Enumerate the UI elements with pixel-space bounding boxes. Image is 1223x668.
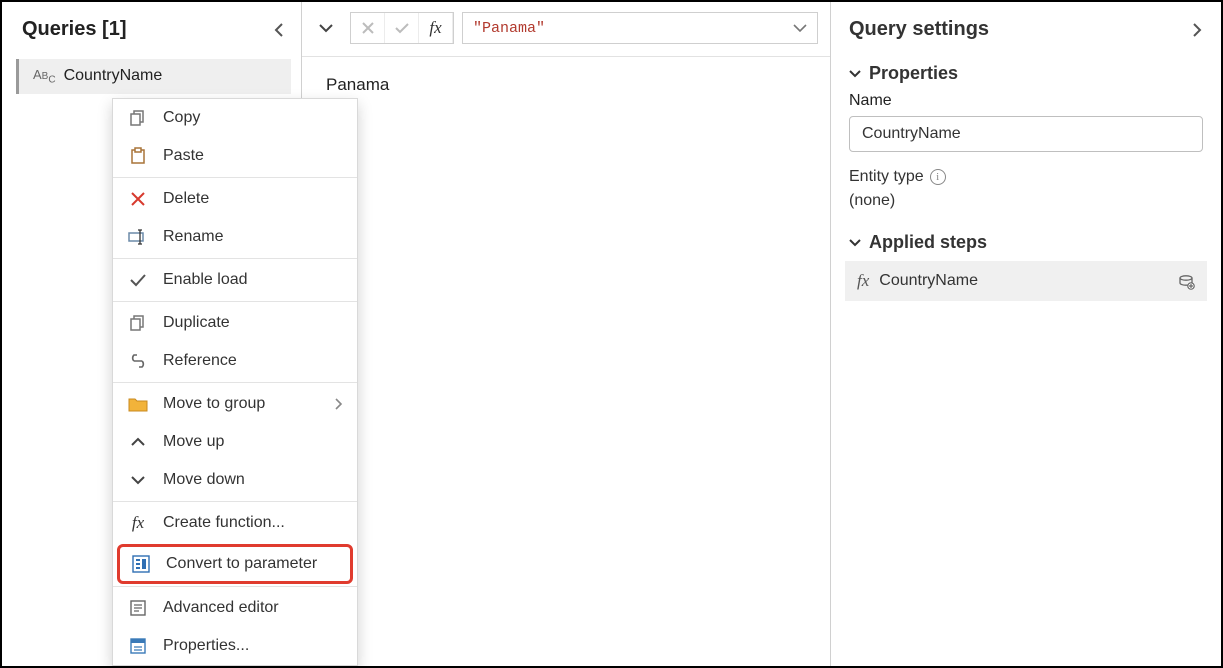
menu-move-to-group-label: Move to group — [163, 395, 321, 413]
menu-create-function[interactable]: fx Create function... — [113, 504, 357, 542]
formula-actions: fx — [350, 12, 454, 44]
menu-convert-highlight: Convert to parameter — [117, 544, 353, 584]
properties-icon — [127, 635, 149, 657]
menu-move-down[interactable]: Move down — [113, 461, 357, 499]
chevron-right-icon — [335, 398, 343, 410]
preview-value: Panama — [302, 57, 830, 113]
formula-text: "Panama" — [473, 20, 545, 37]
menu-reference-label: Reference — [163, 352, 343, 370]
menu-convert-to-parameter[interactable]: Convert to parameter — [120, 547, 350, 581]
menu-advanced-label: Advanced editor — [163, 599, 343, 617]
menu-copy-label: Copy — [163, 109, 343, 127]
menu-enable-load[interactable]: Enable load — [113, 261, 357, 299]
cancel-formula-icon[interactable] — [351, 13, 385, 43]
rename-icon — [127, 226, 149, 248]
query-item-label: CountryName — [64, 67, 163, 85]
delete-icon — [127, 188, 149, 210]
entity-type-value: (none) — [831, 192, 1221, 228]
fx-icon: fx — [127, 512, 149, 534]
chevron-down-icon — [849, 239, 861, 247]
settings-header: Query settings — [831, 12, 1221, 59]
queries-title: Queries [1] — [22, 18, 126, 41]
expand-settings-icon[interactable] — [1191, 23, 1203, 37]
menu-separator — [113, 177, 357, 178]
menu-separator — [113, 586, 357, 587]
step-settings-icon[interactable] — [1177, 272, 1195, 290]
menu-paste-label: Paste — [163, 147, 343, 165]
menu-advanced-editor[interactable]: Advanced editor — [113, 589, 357, 627]
queries-panel: Queries [1] ABC CountryName Copy Paste D… — [2, 2, 302, 666]
menu-move-up[interactable]: Move up — [113, 423, 357, 461]
applied-steps-list: fx CountryName — [831, 261, 1221, 301]
copy-icon — [127, 107, 149, 129]
entity-type-label: Entity type — [849, 168, 924, 186]
menu-move-down-label: Move down — [163, 471, 343, 489]
menu-paste[interactable]: Paste — [113, 137, 357, 175]
formula-dropdown-icon[interactable] — [793, 24, 807, 32]
menu-duplicate[interactable]: Duplicate — [113, 304, 357, 342]
name-value: CountryName — [862, 125, 961, 143]
menu-delete[interactable]: Delete — [113, 180, 357, 218]
center-panel: fx "Panama" Panama — [302, 2, 831, 666]
advanced-editor-icon — [127, 597, 149, 619]
name-input[interactable]: CountryName — [849, 116, 1203, 152]
chevron-down-icon — [127, 469, 149, 491]
menu-properties-label: Properties... — [163, 637, 343, 655]
parameter-icon — [130, 553, 152, 575]
commit-formula-icon[interactable] — [385, 13, 419, 43]
entity-type-row: Entity type i — [831, 166, 1221, 192]
chevron-up-icon — [127, 431, 149, 453]
menu-duplicate-label: Duplicate — [163, 314, 343, 332]
menu-delete-label: Delete — [163, 190, 343, 208]
checkmark-icon — [127, 269, 149, 291]
text-type-icon: ABC — [33, 67, 56, 86]
formula-input[interactable]: "Panama" — [462, 12, 818, 44]
menu-move-up-label: Move up — [163, 433, 343, 451]
query-context-menu: Copy Paste Delete Rename Enable lo — [112, 98, 358, 666]
paste-icon — [127, 145, 149, 167]
applied-steps-label: Applied steps — [869, 232, 987, 253]
fx-icon: fx — [857, 271, 869, 291]
menu-separator — [113, 258, 357, 259]
query-settings-panel: Query settings Properties Name CountryNa… — [831, 2, 1221, 666]
folder-icon — [127, 393, 149, 415]
properties-section[interactable]: Properties — [831, 59, 1221, 92]
menu-move-to-group[interactable]: Move to group — [113, 385, 357, 423]
menu-separator — [113, 382, 357, 383]
formula-bar: fx "Panama" — [302, 2, 830, 57]
chevron-down-icon — [849, 70, 861, 78]
menu-enable-load-label: Enable load — [163, 271, 343, 289]
settings-title: Query settings — [849, 18, 989, 41]
menu-reference[interactable]: Reference — [113, 342, 357, 380]
queries-header: Queries [1] — [2, 12, 301, 57]
menu-create-function-label: Create function... — [163, 514, 343, 532]
expand-preview-icon[interactable] — [310, 23, 342, 33]
name-label: Name — [831, 92, 1221, 116]
menu-rename-label: Rename — [163, 228, 343, 246]
step-label: CountryName — [879, 272, 978, 290]
step-item-countryname[interactable]: fx CountryName — [845, 261, 1207, 301]
applied-steps-section[interactable]: Applied steps — [831, 228, 1221, 261]
menu-properties[interactable]: Properties... — [113, 627, 357, 665]
info-icon[interactable]: i — [930, 169, 946, 185]
menu-copy[interactable]: Copy — [113, 99, 357, 137]
reference-icon — [127, 350, 149, 372]
menu-separator — [113, 301, 357, 302]
menu-rename[interactable]: Rename — [113, 218, 357, 256]
properties-label: Properties — [869, 63, 958, 84]
query-item-countryname[interactable]: ABC CountryName — [16, 59, 291, 94]
menu-separator — [113, 501, 357, 502]
duplicate-icon — [127, 312, 149, 334]
collapse-queries-icon[interactable] — [273, 23, 285, 37]
fx-icon[interactable]: fx — [419, 13, 453, 43]
menu-convert-label: Convert to parameter — [166, 555, 340, 573]
